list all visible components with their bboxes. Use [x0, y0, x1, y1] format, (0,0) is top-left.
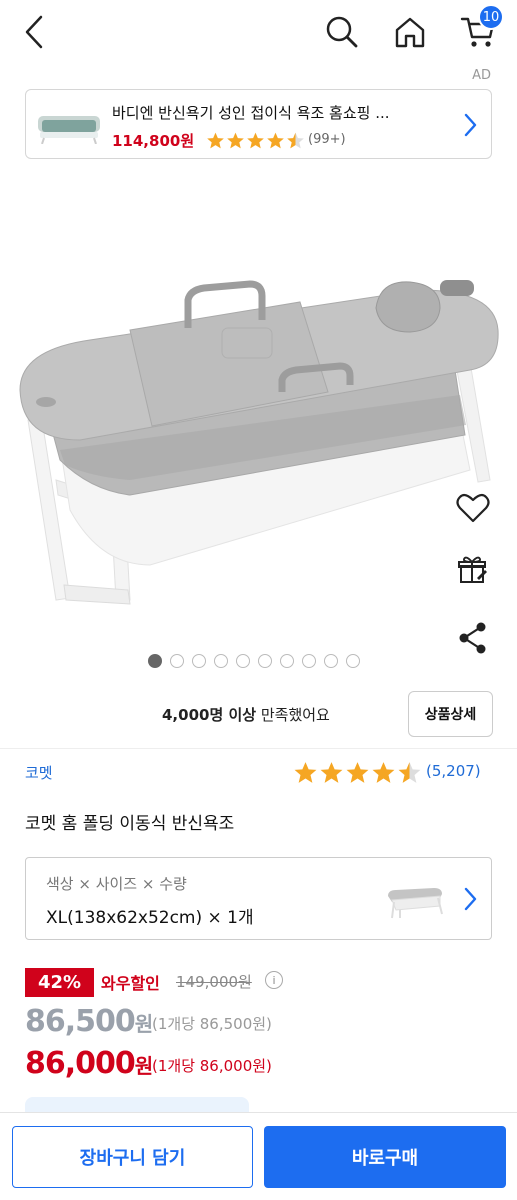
product-image-gallery[interactable] [0, 180, 517, 640]
bottom-action-bar: 장바구니 담기 바로구매 [0, 1112, 517, 1200]
product-image [19, 280, 499, 605]
gallery-pagination[interactable] [148, 654, 360, 668]
wow-discount-label: 와우할인 [101, 974, 160, 993]
pagination-dot[interactable] [302, 654, 316, 668]
home-icon[interactable] [390, 12, 430, 52]
regular-price-amount: 86,500 [25, 1004, 136, 1039]
satisfaction-count: 4,000명 이상 [162, 706, 257, 724]
product-detail-button[interactable]: 상품상세 [408, 691, 493, 737]
info-icon[interactable]: i [265, 971, 283, 989]
pagination-dot[interactable] [170, 654, 184, 668]
regular-unit-price: (1개당 86,500원) [152, 1015, 272, 1033]
pagination-dot[interactable] [214, 654, 228, 668]
star-icon [287, 132, 304, 149]
pagination-dot[interactable] [280, 654, 294, 668]
star-icon [247, 132, 264, 149]
product-rating-stars[interactable] [293, 760, 422, 785]
satisfaction-suffix: 만족했어요 [256, 706, 330, 724]
wow-unit-price: (1개당 86,000원) [152, 1057, 272, 1075]
discount-badge: 42% [25, 968, 94, 997]
ad-title: 바디엔 반신욕기 성인 접이식 욕조 홈쇼핑 ... [112, 104, 390, 122]
star-icon [294, 762, 317, 783]
ad-banner[interactable]: 바디엔 반신욕기 성인 접이식 욕조 홈쇼핑 ... 114,800원 (99+… [25, 89, 492, 159]
cart-count-badge: 10 [478, 4, 504, 30]
star-icon [267, 132, 284, 149]
wow-price-currency: 원 [134, 1054, 153, 1078]
satisfaction-text: 4,000명 이상 만족했어요 [162, 704, 330, 725]
product-name: 코멧 홈 폴딩 이동식 반신욕조 [25, 814, 235, 834]
buy-now-button[interactable]: 바로구매 [264, 1126, 506, 1188]
pagination-dot[interactable] [192, 654, 206, 668]
pagination-dot[interactable] [258, 654, 272, 668]
star-icon [207, 132, 224, 149]
divider [0, 748, 517, 749]
star-icon [372, 762, 395, 783]
wow-price-amount: 86,000 [25, 1046, 136, 1081]
chevron-right-icon [463, 112, 477, 142]
wow-price: 86,000원 [25, 1046, 153, 1081]
option-label: 색상 × 사이즈 × 수량 [46, 875, 187, 893]
original-price: 149,000원 [176, 973, 252, 991]
heart-icon[interactable] [455, 490, 491, 526]
ad-price: 114,800원 [112, 132, 195, 150]
ad-rating-stars [206, 131, 305, 150]
star-icon [398, 762, 421, 783]
gift-icon[interactable] [455, 552, 491, 588]
ad-label: AD [472, 68, 491, 83]
ad-product-thumbnail [34, 104, 104, 145]
pagination-dot[interactable] [346, 654, 360, 668]
star-icon [320, 762, 343, 783]
pagination-dot[interactable] [236, 654, 250, 668]
star-icon [227, 132, 244, 149]
add-to-cart-button[interactable]: 장바구니 담기 [12, 1126, 253, 1188]
regular-price-currency: 원 [134, 1012, 153, 1036]
chevron-right-icon [463, 886, 477, 916]
option-selector[interactable]: 색상 × 사이즈 × 수량 XL(138x62x52cm) × 1개 [25, 857, 492, 940]
review-count-link[interactable]: (5,207) [426, 762, 481, 780]
search-icon[interactable] [322, 12, 362, 52]
option-value: XL(138x62x52cm) × 1개 [46, 908, 254, 928]
regular-price: 86,500원 [25, 1004, 153, 1039]
top-navigation-bar: 10 [0, 0, 517, 64]
back-icon[interactable] [14, 12, 54, 52]
option-thumbnail [386, 884, 444, 920]
pagination-dot[interactable] [148, 654, 162, 668]
ad-review-count: (99+) [308, 132, 346, 147]
pagination-dot[interactable] [324, 654, 338, 668]
brand-link[interactable]: 코멧 [25, 762, 53, 783]
share-icon[interactable] [455, 620, 491, 656]
cart-icon[interactable]: 10 [458, 4, 504, 52]
star-icon [346, 762, 369, 783]
